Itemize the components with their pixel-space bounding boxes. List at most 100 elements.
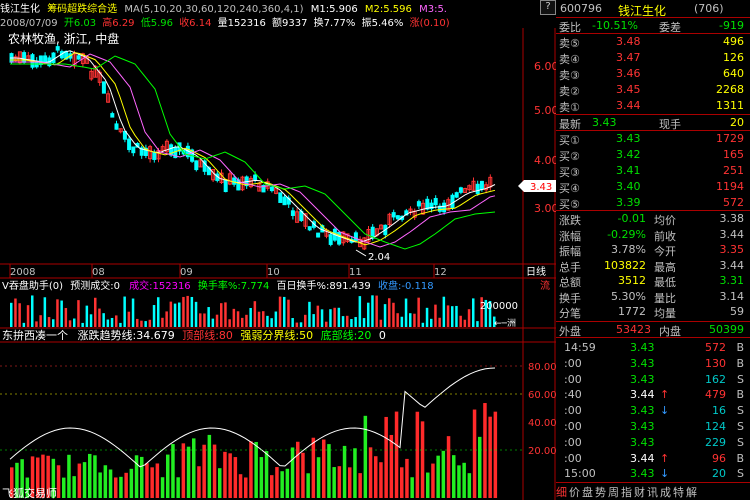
stat-value: 59 [730, 305, 744, 318]
candle-body [391, 212, 396, 218]
stat-row: 总额 3512 最低 3.31 [556, 274, 750, 289]
stat-value: -0.01 [617, 212, 646, 225]
bottom-tab[interactable]: 势 [595, 486, 606, 499]
ask-row[interactable]: 卖③ 3.46 640 [556, 67, 750, 82]
volume-bar [451, 306, 454, 327]
indicator-bar [56, 465, 61, 498]
volume-bar [329, 309, 332, 327]
bottom-tab[interactable]: 指 [621, 486, 632, 499]
tick-time: :00 [564, 404, 582, 418]
tick-volume: 162 [705, 372, 726, 386]
stock-name[interactable]: 钱江生化 [0, 4, 40, 14]
stat-row: 换手 5.30% 量比 3.14 [556, 290, 750, 305]
indicator-bar [462, 462, 466, 498]
volume-bar [232, 308, 236, 327]
bid-row[interactable]: 买④ 3.40 1194 [556, 180, 750, 195]
tick-side: B [736, 356, 744, 370]
bid-row[interactable]: 买① 3.43 1729 [556, 132, 750, 147]
last-price: 3.43 [592, 116, 617, 129]
indicator-bar [306, 473, 310, 498]
volume-bar [383, 304, 387, 327]
tick-volume: 124 [705, 420, 726, 433]
period-label[interactable]: 日线 [526, 265, 546, 278]
indicator-bar [223, 451, 227, 498]
volume-bar [270, 318, 273, 327]
ask-row[interactable]: 卖② 3.45 2268 [556, 83, 750, 98]
volume-bar [346, 315, 349, 327]
volume-bar [73, 318, 76, 327]
month-label: 08 [92, 267, 105, 278]
vol-100day: 百日换手%:891.439 [277, 279, 371, 292]
bottom-tab[interactable]: 盘 [582, 486, 593, 499]
volume-bar [409, 313, 412, 327]
stat-value: 3.35 [719, 243, 745, 256]
bid-volume: 1194 [716, 180, 744, 193]
tick-side: S [737, 372, 744, 386]
tick-time: 14:59 [564, 341, 596, 354]
bottom-tab[interactable]: 价 [569, 486, 580, 499]
candle-body [127, 138, 132, 151]
candle-body [479, 180, 484, 190]
indicator-bar [72, 476, 76, 498]
indicator-bar [140, 456, 144, 498]
bottom-tab[interactable]: 解 [686, 486, 697, 499]
svg-text:东拚西凑一个 涨跌趋势线:34.679 顶部: 东拚西凑一个 涨跌趋势线:34.679 顶部线:80 强弱分界线:50 底部线:… [2, 328, 386, 342]
ask-row[interactable]: 卖④ 3.47 126 [556, 51, 750, 66]
bottom-tab[interactable]: 讯 [647, 486, 658, 499]
ind-tick: 20.00 [528, 446, 556, 457]
bottom-tab[interactable]: 周 [608, 486, 619, 499]
ma-line [10, 52, 496, 246]
volume-bar [165, 311, 168, 327]
tick-volume: 96 [712, 451, 726, 465]
help-icon[interactable]: ? [540, 0, 556, 15]
bottom-tab[interactable]: 特 [673, 486, 684, 499]
candle-body [450, 194, 455, 209]
indicator-bar [124, 472, 128, 498]
indicator-bar [389, 434, 394, 498]
bid-row[interactable]: 买⑤ 3.39 572 [556, 196, 750, 211]
software-footer: 飞狐交易师 [2, 486, 57, 500]
bid-label: 买① [559, 134, 580, 147]
indicator-bar [342, 445, 347, 498]
tick-direction-icon: ↓ [660, 467, 670, 481]
indicator-bar [290, 447, 295, 498]
volume-bar [434, 304, 437, 327]
indicator-bar [316, 457, 321, 498]
bottom-tab[interactable]: 成 [660, 486, 671, 499]
candlestick-series[interactable] [9, 43, 493, 251]
ask-row[interactable]: 卖① 3.44 1311 [556, 99, 750, 114]
bid-row[interactable]: 买② 3.42 165 [556, 148, 750, 163]
candle-body [223, 179, 228, 193]
indicator-bar [254, 441, 258, 498]
bid-price: 3.41 [616, 164, 641, 177]
chart-area[interactable]: 6.00 5.00 4.00 3.00 3.43 2.04 农林牧渔, 浙江, … [0, 28, 556, 500]
tick-row: :00 3.43 130 B [556, 357, 750, 370]
ask-volume: 496 [723, 35, 744, 48]
bottom-tab[interactable]: 细 [556, 486, 567, 499]
volume-bar [274, 311, 278, 327]
indicator-title[interactable]: 筹码超跌综合选 [47, 4, 117, 14]
volume-bar [136, 318, 139, 327]
bar-open: 开6.03 [63, 18, 97, 28]
volume-bar [446, 305, 450, 327]
ask-row[interactable]: 卖⑤ 3.48 496 [556, 35, 750, 50]
tick-row: :40 3.44 ↑ 479 B [556, 388, 750, 401]
indicator-bar [348, 467, 352, 498]
indicator-bar [114, 477, 118, 498]
bottom-tab[interactable]: 财 [634, 486, 645, 499]
volume-bar [22, 322, 26, 327]
month-label: 10 [267, 267, 280, 278]
volume-bar [257, 311, 261, 327]
volume-bar [190, 296, 194, 327]
indicator-bar [228, 453, 232, 498]
volume-bar [43, 297, 47, 327]
volume-bar [333, 307, 336, 327]
tick-side: S [737, 467, 744, 481]
stat-value: 3.38 [719, 212, 745, 225]
bid-row[interactable]: 买③ 3.41 251 [556, 164, 750, 179]
volume-bar [152, 305, 156, 327]
vol-volume: 成交:152316 [129, 279, 191, 292]
volume-bar [320, 309, 324, 327]
volume-bar [245, 314, 248, 327]
ind-title: 东拚西凑一个 [2, 328, 68, 342]
